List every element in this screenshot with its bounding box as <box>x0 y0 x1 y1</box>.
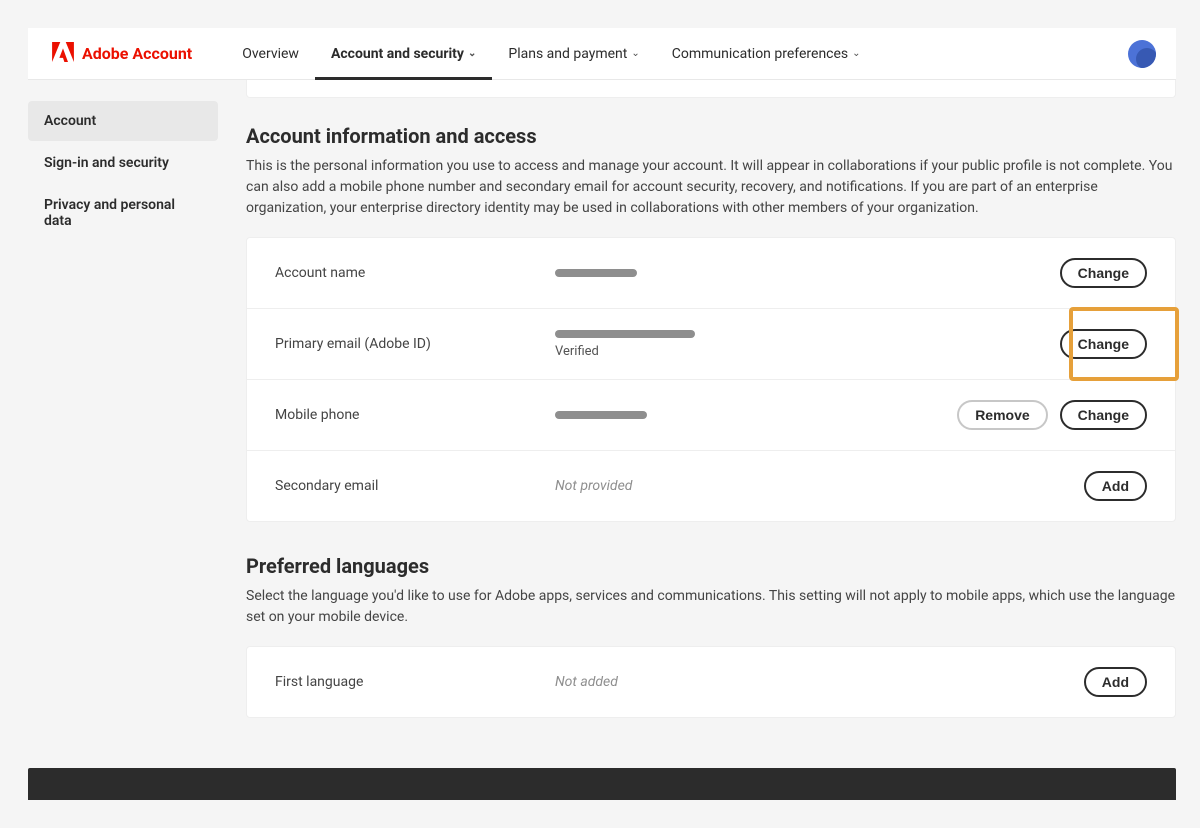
row-primary-email: Primary email (Adobe ID) Verified Change <box>247 309 1175 380</box>
previous-card-stub <box>246 80 1176 98</box>
secondary-email-label: Secondary email <box>275 478 555 494</box>
sidebar-item-signin-security[interactable]: Sign-in and security <box>28 143 218 183</box>
sidebar: Account Sign-in and security Privacy and… <box>28 80 218 718</box>
first-language-label: First language <box>275 674 555 690</box>
chevron-down-icon: ⌄ <box>852 48 860 59</box>
sidebar-item-label: Sign-in and security <box>44 155 169 171</box>
primary-email-value-redacted <box>555 330 695 338</box>
primary-email-label: Primary email (Adobe ID) <box>275 336 555 352</box>
add-secondary-email-button[interactable]: Add <box>1084 471 1147 501</box>
add-first-language-button[interactable]: Add <box>1084 667 1147 697</box>
footer <box>28 768 1176 800</box>
sidebar-item-label: Account <box>44 113 96 129</box>
account-info-description: This is the personal information you use… <box>246 156 1176 219</box>
top-navigation-bar: Adobe Account Overview Account and secur… <box>28 28 1176 80</box>
row-secondary-email: Secondary email Not provided Add <box>247 451 1175 521</box>
sidebar-item-label: Privacy and personal data <box>44 197 175 229</box>
mobile-phone-label: Mobile phone <box>275 407 555 423</box>
languages-description: Select the language you'd like to use fo… <box>246 586 1176 628</box>
avatar[interactable] <box>1128 40 1156 68</box>
nav-plans-payment[interactable]: Plans and payment ⌄ <box>492 28 655 80</box>
mobile-phone-value-redacted <box>555 411 647 419</box>
brand-name: Adobe Account <box>82 44 192 63</box>
account-name-value-redacted <box>555 269 637 277</box>
nav-overview[interactable]: Overview <box>226 28 315 80</box>
languages-panel: First language Not added Add <box>246 646 1176 718</box>
nav-communication[interactable]: Communication preferences ⌄ <box>656 28 877 80</box>
nav-plans-payment-label: Plans and payment <box>508 46 627 62</box>
account-info-title: Account information and access <box>246 124 1176 148</box>
change-account-name-button[interactable]: Change <box>1060 258 1147 288</box>
sidebar-item-privacy[interactable]: Privacy and personal data <box>28 185 218 241</box>
chevron-down-icon: ⌄ <box>631 48 639 59</box>
nav-overview-label: Overview <box>242 46 299 62</box>
adobe-logo-icon <box>52 42 74 66</box>
row-account-name: Account name Change <box>247 238 1175 309</box>
brand[interactable]: Adobe Account <box>52 42 192 66</box>
change-mobile-phone-button[interactable]: Change <box>1060 400 1147 430</box>
change-primary-email-button[interactable]: Change <box>1060 329 1147 359</box>
row-first-language: First language Not added Add <box>247 647 1175 717</box>
nav-account-security-label: Account and security <box>331 46 464 62</box>
row-mobile-phone: Mobile phone Remove Change <box>247 380 1175 451</box>
secondary-email-value: Not provided <box>555 478 1084 494</box>
primary-nav: Overview Account and security ⌄ Plans an… <box>226 28 876 80</box>
nav-account-security[interactable]: Account and security ⌄ <box>315 28 492 80</box>
account-info-panel: Account name Change Primary email (Adobe… <box>246 237 1176 522</box>
first-language-value: Not added <box>555 674 1084 690</box>
remove-mobile-phone-button[interactable]: Remove <box>957 400 1047 430</box>
chevron-down-icon: ⌄ <box>468 48 476 59</box>
sidebar-item-account[interactable]: Account <box>28 101 218 141</box>
account-name-label: Account name <box>275 265 555 281</box>
nav-communication-label: Communication preferences <box>672 46 848 62</box>
primary-email-status: Verified <box>555 344 1060 359</box>
content-area: Account information and access This is t… <box>218 80 1176 718</box>
languages-title: Preferred languages <box>246 554 1176 578</box>
